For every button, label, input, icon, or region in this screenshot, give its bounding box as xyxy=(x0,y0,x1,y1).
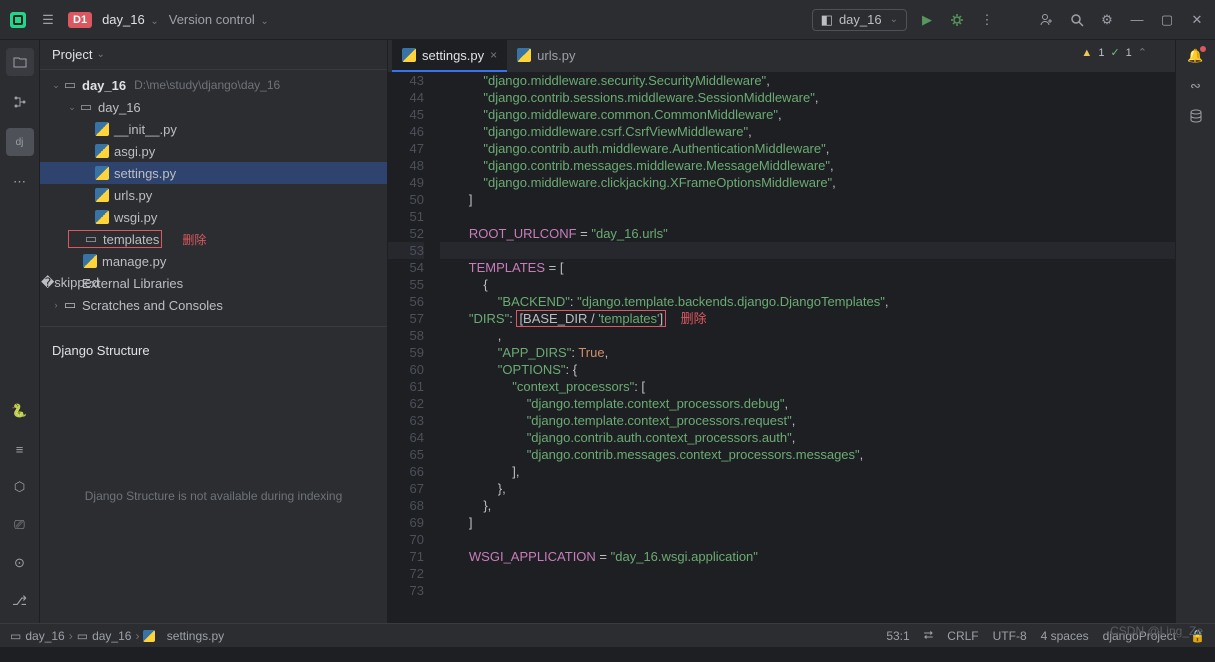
warning-icon: ▲ xyxy=(1081,47,1092,59)
debug-button[interactable] xyxy=(947,10,967,30)
more-tools-icon[interactable]: ⋯ xyxy=(6,168,34,196)
source[interactable]: "django.middleware.security.SecurityMidd… xyxy=(440,72,1175,623)
ai-assistant-icon[interactable]: ∾ xyxy=(1190,78,1201,94)
minimize-icon[interactable]: — xyxy=(1127,10,1147,30)
database-icon[interactable] xyxy=(1188,108,1204,127)
project-panel-header[interactable]: Project ⌄ xyxy=(40,40,387,70)
ok-icon: ✓ xyxy=(1110,46,1119,59)
gutter[interactable]: 4344454647484950515253545556575859606162… xyxy=(388,72,440,623)
folder-icon: ▭ xyxy=(10,629,21,643)
encoding[interactable]: UTF-8 xyxy=(993,629,1027,643)
project-badge: D1 xyxy=(68,12,92,28)
folder-icon: ▭ xyxy=(77,629,88,643)
close-icon[interactable]: ✕ xyxy=(1187,10,1207,30)
notifications-icon[interactable]: 🔔 xyxy=(1187,48,1203,64)
django-icon: ◧ xyxy=(821,12,833,28)
tree-file[interactable]: urls.py xyxy=(40,184,387,206)
tree-scratches[interactable]: ›▭Scratches and Consoles xyxy=(40,294,387,316)
breadcrumb[interactable]: ▭day_16› ▭day_16› settings.py xyxy=(10,629,224,643)
line-separator[interactable]: CRLF xyxy=(947,629,978,643)
run-config-selector[interactable]: ◧day_16⌄ xyxy=(812,9,907,31)
python-file-icon xyxy=(517,48,531,62)
structure-tool-icon[interactable] xyxy=(6,88,34,116)
tree-manage-py[interactable]: manage.py xyxy=(40,250,387,272)
tree-root[interactable]: ⌄▭day_16D:\me\study\django\day_16 xyxy=(40,74,387,96)
status-bar: ▭day_16› ▭day_16› settings.py 53:1 ⮂ CRL… xyxy=(0,623,1215,647)
editor-tabs: settings.py× urls.py xyxy=(388,40,1175,72)
side-panel: Project ⌄ ⌄▭day_16D:\me\study\django\day… xyxy=(40,40,388,623)
tab-urls-py[interactable]: urls.py xyxy=(507,40,585,72)
tree-templates-dir[interactable]: ▭templates删除 xyxy=(40,228,387,250)
django-structure-tool-icon[interactable]: dj xyxy=(6,128,34,156)
close-tab-icon[interactable]: × xyxy=(490,48,497,62)
titlebar: ☰ D1 day_16 ⌄ Version control ⌄ ◧day_16⌄… xyxy=(0,0,1215,40)
tree-file[interactable]: __init__.py xyxy=(40,118,387,140)
vcs-dropdown[interactable]: Version control ⌄ xyxy=(169,12,269,27)
app-logo-icon xyxy=(8,10,28,30)
project-dropdown[interactable]: day_16 ⌄ xyxy=(102,12,159,27)
django-structure-header[interactable]: Django Structure xyxy=(40,333,387,368)
inspection-widget[interactable]: ▲1 ✓1 ⌃ xyxy=(1081,46,1147,59)
code-with-me-icon[interactable] xyxy=(1037,10,1057,30)
tree-file[interactable]: wsgi.py xyxy=(40,206,387,228)
more-actions-icon[interactable]: ⋮ xyxy=(977,10,997,30)
tree-file[interactable]: asgi.py xyxy=(40,140,387,162)
run-button[interactable]: ▶ xyxy=(917,10,937,30)
indent-icon[interactable]: ⮂ xyxy=(924,628,934,643)
settings-icon[interactable]: ⚙ xyxy=(1097,10,1117,30)
maximize-icon[interactable]: ▢ xyxy=(1157,10,1177,30)
terminal-icon[interactable]: ⎚ xyxy=(6,511,34,539)
main-menu-icon[interactable]: ☰ xyxy=(38,10,58,30)
code-area[interactable]: 4344454647484950515253545556575859606162… xyxy=(388,72,1175,623)
python-console-icon[interactable]: 🐍 xyxy=(6,397,34,425)
django-structure-placeholder: Django Structure is not available during… xyxy=(40,368,387,623)
project-tree: ⌄▭day_16D:\me\study\django\day_16 ⌄▭day_… xyxy=(40,70,387,320)
python-packages-icon[interactable]: ≡ xyxy=(6,435,34,463)
tree-external-libs[interactable]: ›�skippedExternal Libraries xyxy=(40,272,387,294)
right-toolbar: 🔔 ∾ xyxy=(1175,40,1215,623)
watermark: CSDN @Ling_Ze xyxy=(1110,624,1203,638)
project-tool-icon[interactable] xyxy=(6,48,34,76)
caret-position[interactable]: 53:1 xyxy=(886,629,909,643)
search-icon[interactable] xyxy=(1067,10,1087,30)
python-file-icon xyxy=(402,48,416,62)
git-icon[interactable]: ⎇ xyxy=(6,587,34,615)
editor: settings.py× urls.py ▲1 ✓1 ⌃ 43444546474… xyxy=(388,40,1175,623)
problems-icon[interactable]: ⊙ xyxy=(6,549,34,577)
tab-settings-py[interactable]: settings.py× xyxy=(392,40,507,72)
tree-file[interactable]: settings.py xyxy=(40,162,387,184)
services-icon[interactable]: ⬡ xyxy=(6,473,34,501)
left-toolbar: dj ⋯ 🐍 ≡ ⬡ ⎚ ⊙ ⎇ xyxy=(0,40,40,623)
indent-config[interactable]: 4 spaces xyxy=(1041,629,1089,643)
python-file-icon xyxy=(143,630,155,642)
tree-app-dir[interactable]: ⌄▭day_16 xyxy=(40,96,387,118)
